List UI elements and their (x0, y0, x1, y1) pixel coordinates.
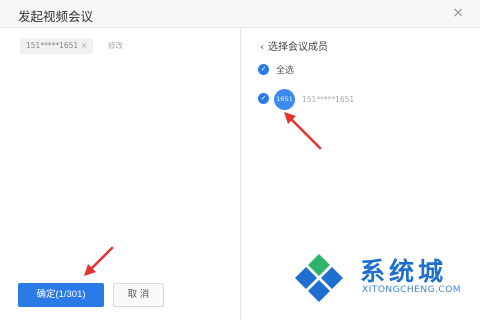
chevron-left-icon: ‹ (260, 42, 264, 53)
annotation-arrow-member (284, 112, 322, 150)
remove-tag-icon[interactable]: × (81, 41, 87, 50)
watermark-url: XITONGCHENG.COM (362, 285, 462, 295)
modify-link[interactable]: 修改 (108, 39, 123, 53)
selected-member-tag[interactable]: 151*****1651 × (20, 38, 94, 54)
cancel-button[interactable]: 取 消 (113, 283, 164, 307)
watermark: 系统城 XITONGCHENG.COM (284, 250, 480, 312)
dialog-title: 发起视频会议 (18, 9, 94, 24)
select-all-label: 全选 (276, 66, 295, 76)
watermark-logo-icon (295, 254, 343, 302)
panel-divider (240, 28, 241, 320)
selected-member-number: 151*****1651 (26, 41, 79, 50)
back-button[interactable]: ‹ 选择会议成员 (260, 38, 328, 53)
back-label: 选择会议成员 (268, 42, 328, 53)
close-icon[interactable]: × (452, 5, 464, 21)
video-meeting-dialog: 发起视频会议 × 151*****1651 × 修改 ‹ 选择会议成员 ✓ 全选 ✓… (0, 0, 480, 320)
dialog-titlebar: 发起视频会议 × (0, 0, 480, 28)
select-all-checkbox[interactable]: ✓ (258, 64, 269, 75)
annotation-arrow-confirm (84, 246, 114, 276)
member-number: 151*****1651 (302, 95, 355, 104)
watermark-name: 系统城 (360, 257, 448, 286)
member-avatar: 1651 (274, 89, 295, 110)
member-checkbox[interactable]: ✓ (258, 93, 269, 104)
confirm-button[interactable]: 确定(1/301) (18, 283, 104, 307)
